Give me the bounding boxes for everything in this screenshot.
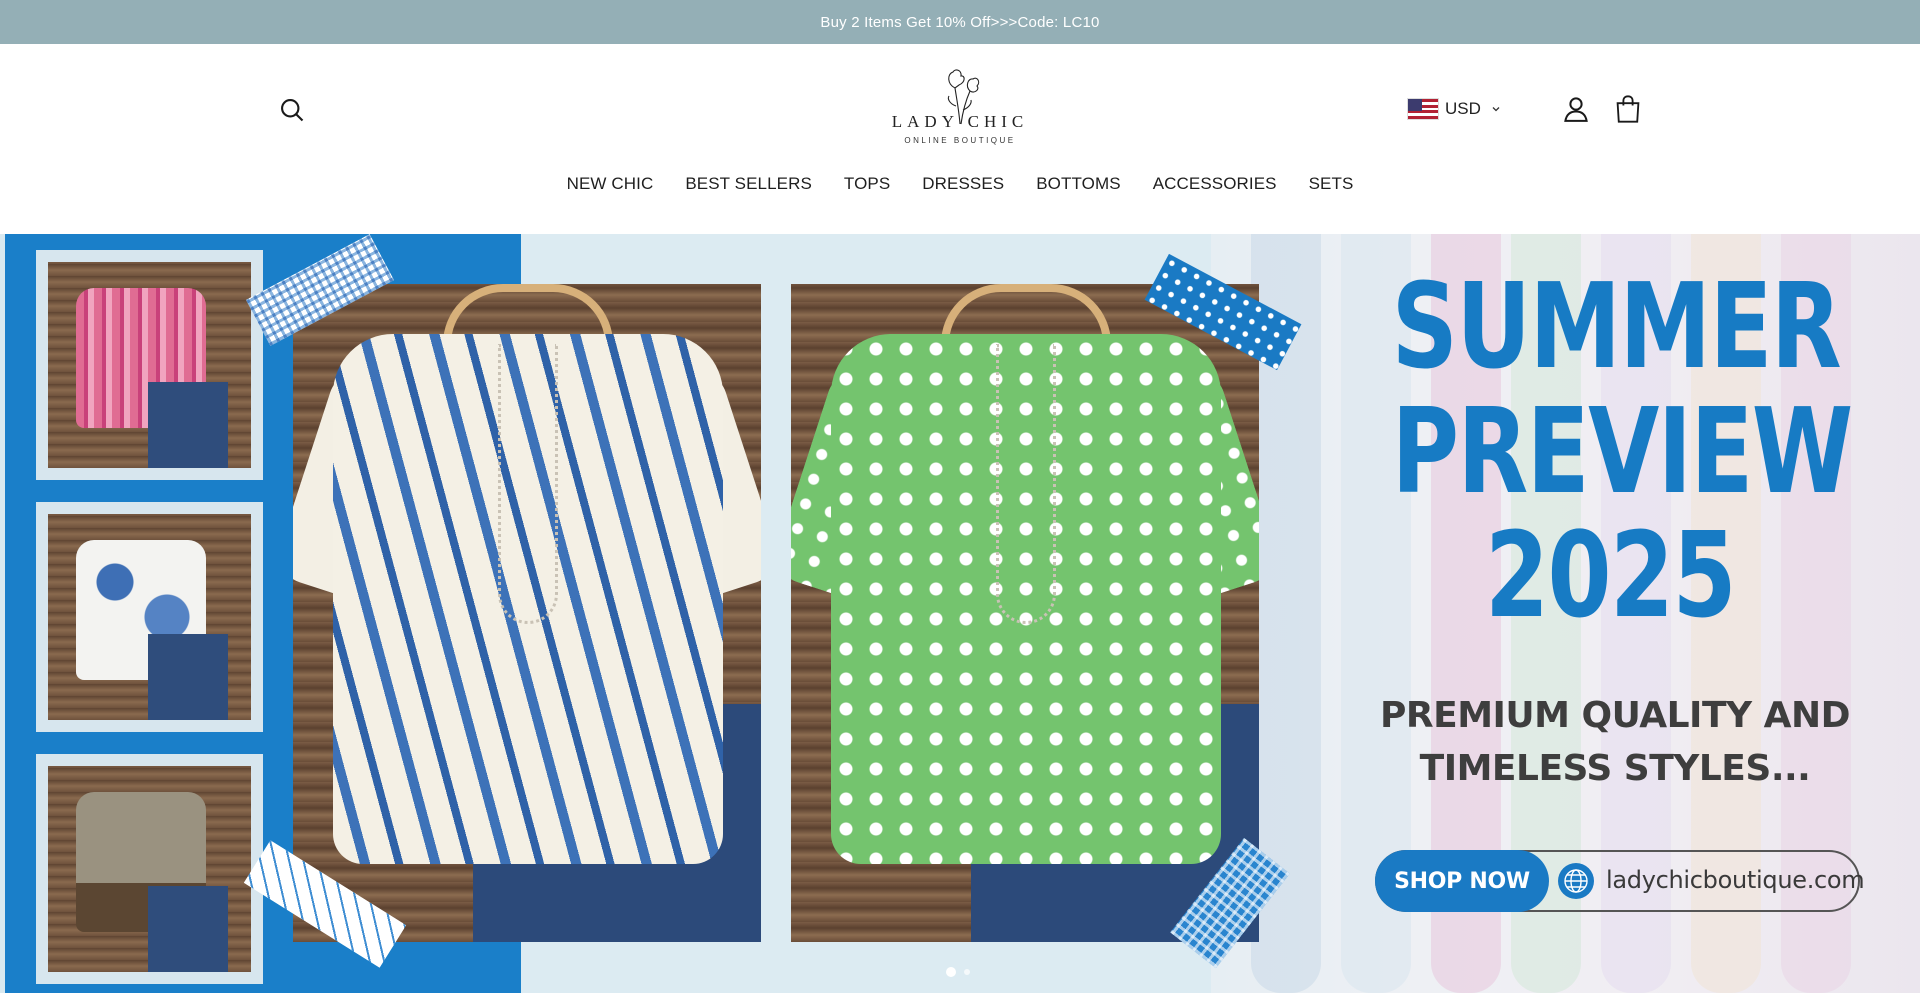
hero-headline-line-2: PREVIEW: [1391, 381, 1854, 520]
nav-item-new-chic[interactable]: NEW CHIC: [551, 174, 670, 194]
nav-item-accessories[interactable]: ACCESSORIES: [1137, 174, 1293, 194]
hero-subheadline: PREMIUM QUALITY AND TIMELESS STYLES...: [1330, 689, 1900, 795]
shop-now-button[interactable]: SHOP NOW: [1375, 850, 1549, 912]
site-logo[interactable]: LADY CHIC ONLINE BOUTIQUE: [880, 66, 1040, 156]
us-flag-icon: [1407, 98, 1439, 120]
hero-headline-line-1: SUMMER: [1391, 257, 1842, 395]
product-thumbnail-3: [36, 754, 263, 984]
currency-code: USD: [1445, 99, 1481, 118]
nav-item-best-sellers[interactable]: BEST SELLERS: [669, 174, 828, 194]
cart-icon[interactable]: [1614, 94, 1642, 124]
nav-item-tops[interactable]: TOPS: [828, 174, 906, 194]
chevron-down-icon: [1492, 107, 1500, 112]
nav-item-sets[interactable]: SETS: [1293, 174, 1370, 194]
hero-banner[interactable]: SUMMER PREVIEW 2025 PREMIUM QUALITY AND …: [0, 234, 1920, 993]
hero-subheadline-line-2: TIMELESS STYLES...: [1419, 748, 1811, 789]
search-icon[interactable]: [278, 96, 306, 124]
slider-dot-1[interactable]: [946, 967, 956, 977]
hero-headline-line-3: 2025: [1485, 506, 1736, 645]
website-url: ladychicboutique.com: [1606, 866, 1865, 894]
account-icon[interactable]: [1561, 94, 1591, 124]
globe-icon: [1558, 863, 1594, 899]
product-thumbnail-1: [36, 250, 263, 480]
site-header: LADY CHIC ONLINE BOUTIQUE USD NEW CHIC B…: [0, 44, 1920, 234]
announcement-bar: Buy 2 Items Get 10% Off>>>Code: LC10: [0, 0, 1920, 44]
logo-name: LADY CHIC: [891, 112, 1029, 131]
logo-tagline: ONLINE BOUTIQUE: [904, 136, 1016, 145]
slider-pagination: [946, 967, 970, 977]
hero-headline: SUMMER PREVIEW 2025: [1330, 257, 1890, 645]
slider-dot-2[interactable]: [964, 969, 970, 975]
currency-selector[interactable]: USD: [1407, 96, 1501, 122]
nav-item-dresses[interactable]: DRESSES: [906, 174, 1020, 194]
product-photo-leaf-blouse: [293, 284, 761, 942]
product-thumbnail-2: [36, 502, 263, 732]
hero-subheadline-line-1: PREMIUM QUALITY AND: [1380, 695, 1850, 736]
announcement-text: Buy 2 Items Get 10% Off>>>Code: LC10: [820, 13, 1100, 31]
product-photo-polka-blouse: [791, 284, 1259, 942]
nav-item-bottoms[interactable]: BOTTOMS: [1020, 174, 1136, 194]
main-nav: NEW CHIC BEST SELLERS TOPS DRESSES BOTTO…: [0, 174, 1920, 194]
